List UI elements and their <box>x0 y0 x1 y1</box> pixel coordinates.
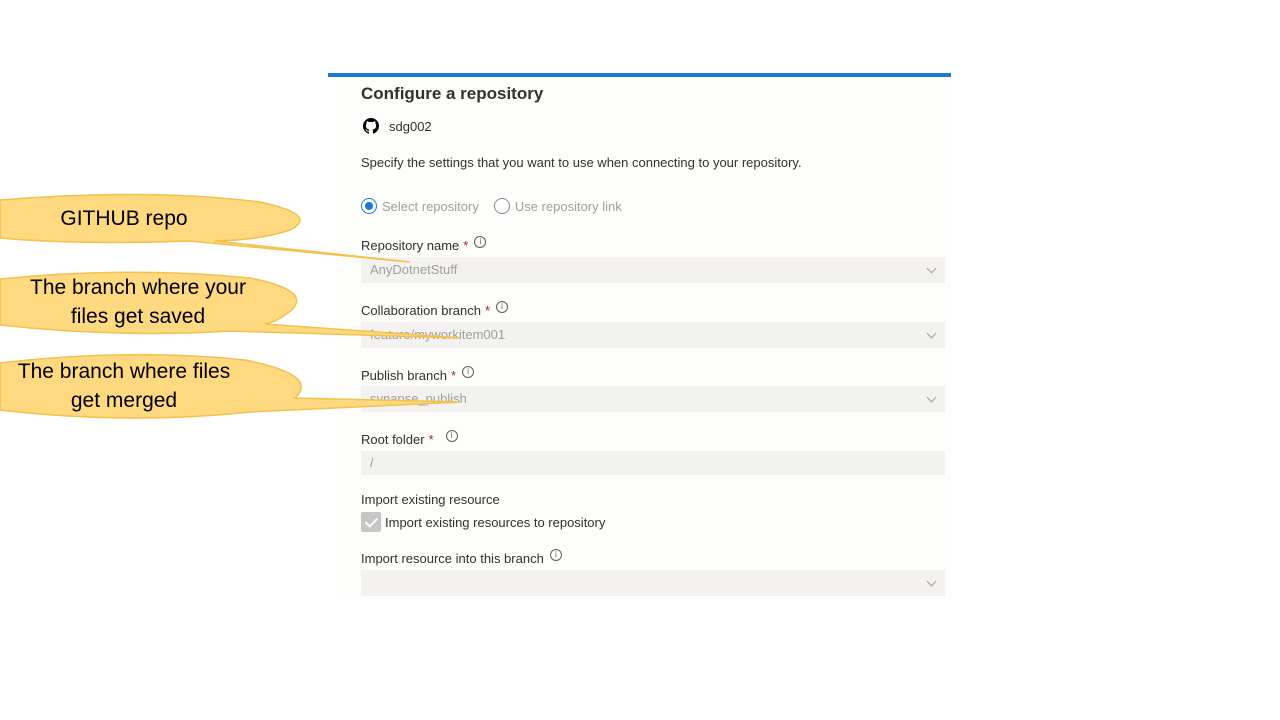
account-info: sdg002 <box>363 118 432 134</box>
page-title: Configure a repository <box>361 84 544 103</box>
import-branch-dropdown[interactable] <box>361 570 945 596</box>
root-folder-label: Root folder * i <box>361 429 458 447</box>
import-existing-checkbox[interactable] <box>361 512 381 532</box>
collaboration-branch-dropdown[interactable]: feature/myworkitem001 <box>361 322 945 348</box>
repository-mode-radio-group: Select repository Use repository link <box>361 198 622 214</box>
info-icon[interactable]: i <box>474 235 487 248</box>
import-existing-label: Import existing resource <box>361 492 500 507</box>
chevron-down-icon <box>926 328 937 339</box>
import-existing-checkbox-label[interactable]: Import existing resources to repository <box>385 515 605 530</box>
import-branch-label: Import resource into this branch i <box>361 548 562 566</box>
required-marker: * <box>428 432 434 447</box>
root-folder-value: / <box>370 455 374 470</box>
publish-branch-dropdown[interactable]: synapse_publish <box>361 386 945 412</box>
callout-text: The branch where your files get saved <box>30 276 246 328</box>
use-repository-link-radio[interactable] <box>493 198 510 214</box>
repository-name-dropdown[interactable]: AnyDotnetStuff <box>361 257 945 283</box>
required-marker: * <box>484 303 491 318</box>
collaboration-branch-label: Collaboration branch * i <box>361 300 509 318</box>
root-folder-input[interactable]: / <box>361 451 945 475</box>
publish-branch-label: Publish branch * i <box>361 365 475 383</box>
github-icon <box>363 118 379 134</box>
account-name: sdg002 <box>389 118 432 134</box>
select-repository-radio[interactable] <box>361 198 377 214</box>
chevron-down-icon <box>926 576 937 587</box>
panel-left-edge <box>328 77 337 599</box>
required-marker: * <box>451 368 457 383</box>
repository-name-label: Repository name * i <box>361 235 487 253</box>
chevron-down-icon <box>926 263 937 274</box>
publish-branch-value: synapse_publish <box>370 391 467 406</box>
info-icon[interactable]: i <box>445 429 458 442</box>
callout-text: GITHUB repo <box>60 207 188 230</box>
info-icon[interactable]: i <box>549 548 562 561</box>
description-text: Specify the settings that you want to us… <box>361 155 802 170</box>
callout-text: The branch where files get merged <box>17 360 231 412</box>
info-icon[interactable]: i <box>496 300 509 313</box>
info-icon[interactable]: i <box>462 365 475 378</box>
chevron-down-icon <box>926 392 937 403</box>
panel-accent-bar <box>328 73 951 77</box>
select-repository-label[interactable]: Select repository <box>382 199 479 214</box>
collaboration-branch-value: feature/myworkitem001 <box>370 327 506 342</box>
use-repository-link-label[interactable]: Use repository link <box>515 199 622 214</box>
required-marker: * <box>463 238 469 253</box>
repository-name-value: AnyDotnetStuff <box>370 262 458 277</box>
import-existing-checkbox-row[interactable]: Import existing resources to repository <box>361 512 605 532</box>
